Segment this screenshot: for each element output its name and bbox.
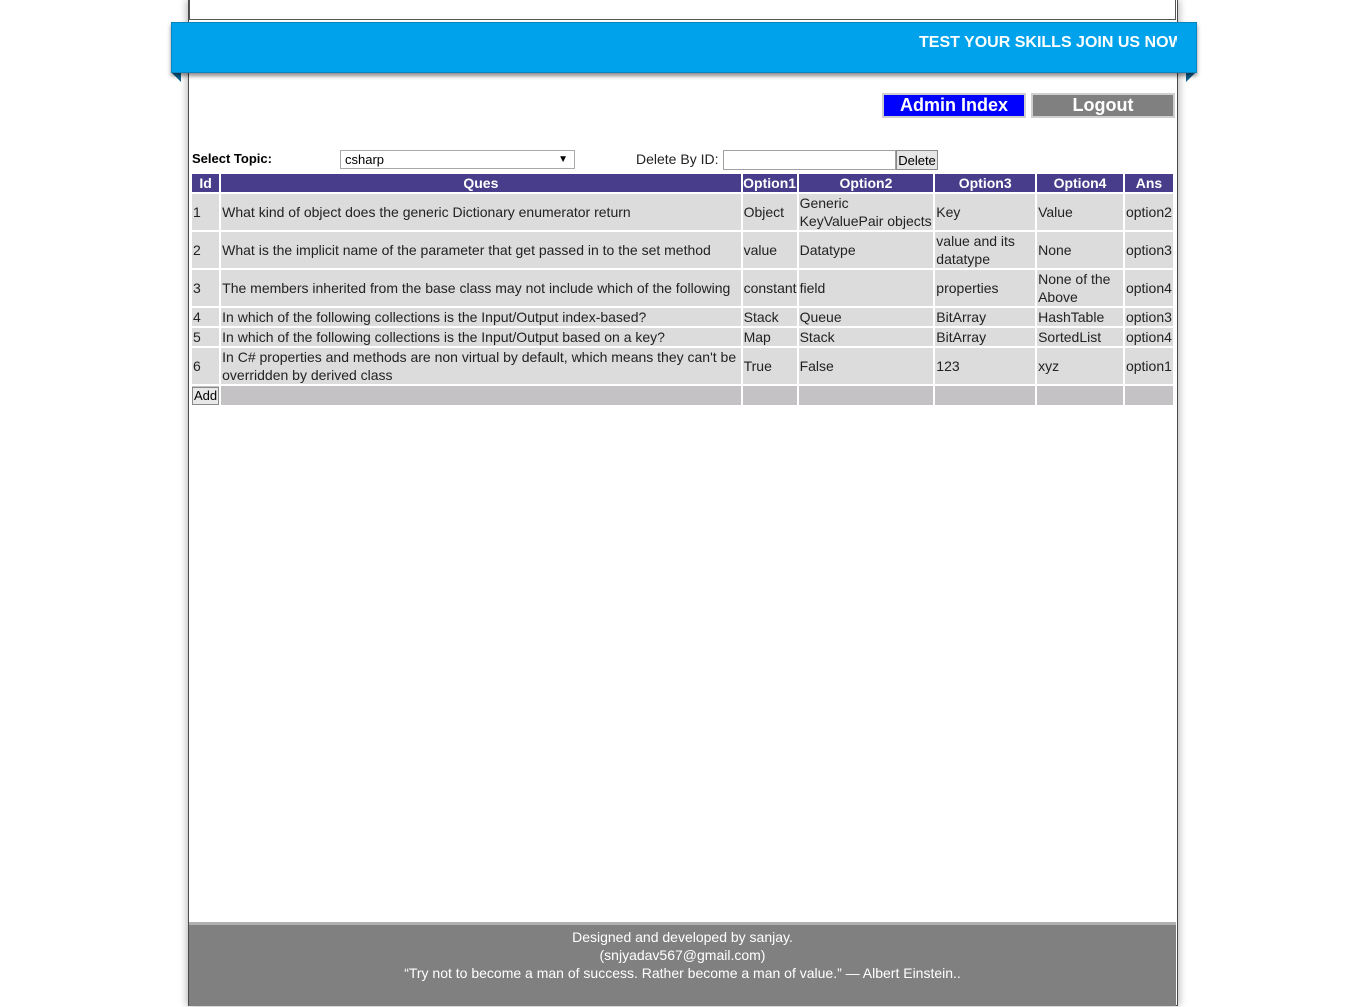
cell-option3: BitArray xyxy=(933,326,1038,348)
add-button[interactable]: Add xyxy=(192,387,220,405)
cell-option2: Stack xyxy=(796,326,936,348)
column-header-ques: Ques xyxy=(219,173,743,194)
admin-index-button[interactable]: Admin Index xyxy=(882,93,1026,118)
cell-id: 5 xyxy=(189,326,222,348)
cell-id: 1 xyxy=(189,192,222,232)
dropdown-arrow-icon: ▼ xyxy=(558,154,568,165)
footer-cell xyxy=(219,384,743,407)
cell-ques: In which of the following collections is… xyxy=(219,326,743,348)
cell-option1: Stack xyxy=(740,306,799,328)
cell-option4: HashTable xyxy=(1035,306,1125,328)
footer-credit: Designed and developed by sanjay. xyxy=(572,929,793,945)
cell-option4: None xyxy=(1035,230,1125,270)
cell-id: 3 xyxy=(189,268,222,308)
cell-option2: Datatype xyxy=(796,230,936,270)
cell-ans: option4 xyxy=(1122,326,1176,348)
cell-option4: Value xyxy=(1035,192,1125,232)
topic-select[interactable]: csharp ▼ xyxy=(340,150,575,169)
cell-option2: field xyxy=(796,268,936,308)
cell-ans: option2 xyxy=(1122,192,1176,232)
footer-cell xyxy=(1035,384,1125,407)
column-header-option2: Option2 xyxy=(796,173,936,194)
page-footer: Designed and developed by sanjay. (snjya… xyxy=(189,922,1176,1006)
cell-option1: constant xyxy=(740,268,799,308)
cell-id: 2 xyxy=(189,230,222,270)
top-strip xyxy=(189,0,1176,20)
cell-option1: value xyxy=(740,230,799,270)
cell-ans: option3 xyxy=(1122,306,1176,328)
delete-id-input[interactable] xyxy=(723,150,896,170)
marquee-text: TEST YOUR SKILLS JOIN US NOW xyxy=(919,34,1177,51)
cell-ans: option4 xyxy=(1122,268,1176,308)
table-row: 3 The members inherited from the base cl… xyxy=(189,268,1176,308)
cell-option1: Object xyxy=(740,192,799,232)
cell-id: 6 xyxy=(189,346,222,386)
delete-by-id-label: Delete By ID: xyxy=(636,151,719,167)
table-header-row: Id Ques Option1 Option2 Option3 Option4 … xyxy=(189,173,1176,194)
cell-ques: The members inherited from the base clas… xyxy=(219,268,743,308)
footer-cell xyxy=(933,384,1038,407)
footer-cell xyxy=(1122,384,1176,407)
cell-ans: option1 xyxy=(1122,346,1176,386)
table-row: 5 In which of the following collections … xyxy=(189,326,1176,348)
column-header-option4: Option4 xyxy=(1035,173,1125,194)
cell-option3: Key xyxy=(933,192,1038,232)
cell-option2: Generic KeyValuePair objects xyxy=(796,192,936,232)
cell-option4: xyz xyxy=(1035,346,1125,386)
cell-option3: value and its datatype xyxy=(933,230,1038,270)
table-row: 2 What is the implicit name of the param… xyxy=(189,230,1176,270)
cell-option1: Map xyxy=(740,326,799,348)
cell-option3: BitArray xyxy=(933,306,1038,328)
cell-option2: Queue xyxy=(796,306,936,328)
cell-ques: In which of the following collections is… xyxy=(219,306,743,328)
footer-quote: “Try not to become a man of success. Rat… xyxy=(404,965,961,981)
topic-select-value: csharp xyxy=(345,152,385,167)
cell-option4: None of the Above xyxy=(1035,268,1125,308)
column-header-option1: Option1 xyxy=(740,173,799,194)
ribbon-fold-right xyxy=(1186,73,1195,82)
cell-option3: properties xyxy=(933,268,1038,308)
column-header-ans: Ans xyxy=(1122,173,1176,194)
footer-cell xyxy=(740,384,799,407)
cell-option1: True xyxy=(740,346,799,386)
cell-ques: What is the implicit name of the paramet… xyxy=(219,230,743,270)
footer-email: (snjyadav567@gmail.com) xyxy=(599,947,766,963)
table-row: 4 In which of the following collections … xyxy=(189,306,1176,328)
cell-ques: What kind of object does the generic Dic… xyxy=(219,192,743,232)
table-row: 6 In C# properties and methods are non v… xyxy=(189,346,1176,386)
cell-option3: 123 xyxy=(933,346,1038,386)
table-footer-row: Add xyxy=(189,384,1176,407)
cell-id: 4 xyxy=(189,306,222,328)
footer-cell xyxy=(796,384,936,407)
column-header-id: Id xyxy=(189,173,222,194)
column-header-option3: Option3 xyxy=(933,173,1038,194)
table-row: 1 What kind of object does the generic D… xyxy=(189,192,1176,232)
cell-ans: option3 xyxy=(1122,230,1176,270)
header-banner: TEST YOUR SKILLS JOIN US NOW xyxy=(171,22,1197,73)
questions-table: Id Ques Option1 Option2 Option3 Option4 … xyxy=(189,173,1176,407)
select-topic-label: Select Topic: xyxy=(192,151,272,166)
logout-button[interactable]: Logout xyxy=(1031,93,1175,118)
add-cell: Add xyxy=(189,384,222,407)
cell-ques: In C# properties and methods are non vir… xyxy=(219,346,743,386)
cell-option4: SortedList xyxy=(1035,326,1125,348)
ribbon-fold-left xyxy=(172,73,181,82)
cell-option2: False xyxy=(796,346,936,386)
delete-button[interactable]: Delete xyxy=(896,150,938,170)
